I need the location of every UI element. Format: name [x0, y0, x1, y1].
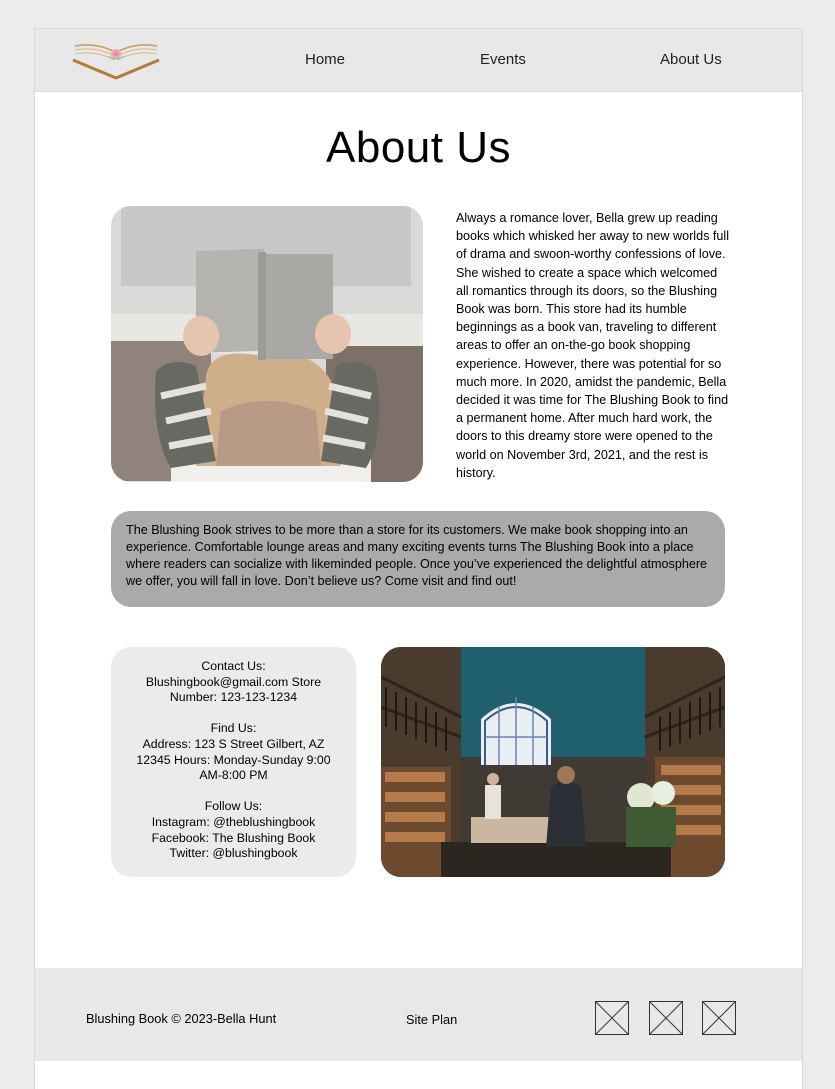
- open-book-logo-icon[interactable]: [71, 38, 161, 82]
- about-story-text: Always a romance lover, Bella grew up re…: [456, 211, 729, 480]
- site-footer: Blushing Book © 2023-Bella Hunt Site Pla…: [35, 968, 802, 1061]
- placeholder-icon[interactable]: [649, 1001, 683, 1035]
- contact-section: Contact Us: Blushingbook@gmail.com Store…: [129, 659, 339, 706]
- nav-about-us[interactable]: About Us: [660, 51, 722, 68]
- facebook-handle: Facebook: The Blushing Book: [151, 830, 316, 845]
- find-section: Find Us: Address: 123 S Street Gilbert, …: [129, 721, 339, 783]
- instagram-handle: Instagram: @theblushingbook: [151, 814, 316, 829]
- find-details: Address: 123 S Street Gilbert, AZ 12345 …: [136, 736, 331, 783]
- page-title: About Us: [326, 123, 511, 172]
- mission-statement: The Blushing Book strives to be more tha…: [111, 511, 725, 607]
- page-frame: Home Events About Us About Us Always a r…: [34, 28, 803, 1089]
- contact-heading: Contact Us:: [201, 659, 266, 673]
- nav-events[interactable]: Events: [480, 51, 526, 68]
- site-plan-link[interactable]: Site Plan: [406, 1012, 457, 1027]
- follow-section: Follow Us: Instagram: @theblushingbook F…: [129, 799, 339, 861]
- reader-photo: [111, 206, 423, 482]
- find-heading: Find Us:: [210, 721, 257, 736]
- contact-card: Contact Us: Blushingbook@gmail.com Store…: [111, 647, 356, 877]
- site-header: Home Events About Us: [35, 29, 802, 92]
- contact-details: Blushingbook@gmail.com Store Number: 123…: [145, 674, 322, 705]
- follow-heading: Follow Us:: [204, 799, 263, 814]
- placeholder-icon[interactable]: [595, 1001, 629, 1035]
- nav-home[interactable]: Home: [305, 51, 345, 68]
- placeholder-icon[interactable]: [702, 1001, 736, 1035]
- bookstore-photo: [381, 647, 725, 877]
- footer-copyright: Blushing Book © 2023-Bella Hunt: [86, 1011, 277, 1026]
- twitter-handle: Twitter: @blushingbook: [169, 846, 298, 861]
